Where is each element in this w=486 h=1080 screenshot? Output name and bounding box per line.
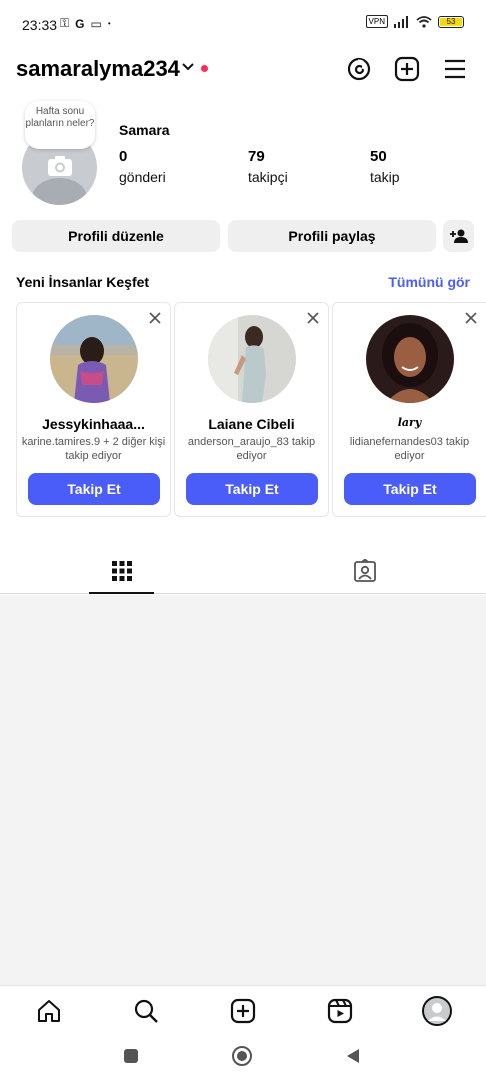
- discover-people-button[interactable]: [443, 220, 474, 252]
- threads-icon[interactable]: [346, 56, 372, 82]
- suggestion-name[interactable]: lary: [333, 416, 486, 429]
- google-icon: G: [75, 16, 85, 31]
- see-all-link[interactable]: Tümünü gör: [388, 274, 470, 290]
- follow-button[interactable]: Takip Et: [28, 473, 160, 505]
- key-icon: ⚿: [60, 16, 70, 30]
- status-right: VPN 53: [365, 15, 464, 28]
- grid-icon: [111, 561, 132, 581]
- wifi-icon: [416, 15, 432, 28]
- suggestion-mutuals: lidianefernandes03 takip ediyor: [349, 436, 470, 462]
- tab-grid[interactable]: [0, 548, 243, 594]
- circle-icon: [232, 1046, 252, 1066]
- status-left-icons: ⚿ G ▭ •: [60, 16, 111, 31]
- share-profile-button[interactable]: Profili paylaş: [228, 220, 436, 252]
- suggestion-card[interactable]: Laiane Cibeli anderson_araujo_83 takip e…: [174, 302, 329, 517]
- nav-search[interactable]: [131, 996, 161, 1026]
- status-bar: 23:33 ⚿ G ▭ • VPN 53: [0, 0, 486, 50]
- search-icon: [134, 999, 158, 1023]
- reels-icon: [327, 998, 353, 1024]
- create-icon: [230, 998, 256, 1024]
- menu-icon[interactable]: [442, 56, 468, 82]
- stat-followers[interactable]: 79 takipçi: [248, 148, 288, 185]
- stat-value: 50: [370, 148, 387, 165]
- stat-label: takip: [370, 169, 400, 185]
- nav-create[interactable]: [228, 996, 258, 1026]
- suggestion-photo[interactable]: [366, 315, 454, 403]
- screen-icon: ▭: [90, 16, 102, 31]
- bottom-nav: [0, 985, 486, 1035]
- recents-button[interactable]: [120, 1045, 142, 1067]
- suggestion-name[interactable]: Laiane Cibeli: [175, 416, 328, 432]
- add-person-icon: [449, 229, 468, 243]
- home-icon: [38, 1000, 60, 1022]
- nav-profile[interactable]: [422, 996, 452, 1026]
- edit-profile-button[interactable]: Profili düzenle: [12, 220, 220, 252]
- back-button[interactable]: [342, 1045, 364, 1067]
- profile-header: samaralyma234: [0, 52, 486, 88]
- photo-image: [366, 315, 454, 403]
- suggestion-photo[interactable]: [50, 315, 138, 403]
- stat-posts[interactable]: 0 gönderi: [119, 148, 166, 185]
- active-tab-indicator: [89, 592, 154, 594]
- stat-value: 79: [248, 148, 265, 165]
- notification-dot: [201, 65, 208, 72]
- photo-image: [208, 315, 296, 403]
- suggestion-photo[interactable]: [208, 315, 296, 403]
- stat-value: 0: [119, 148, 128, 165]
- suggestion-mutuals: karine.tamires.9 + 2 diğer kişi takip ed…: [21, 436, 166, 462]
- battery-icon: 53: [438, 15, 464, 28]
- stat-label: gönderi: [119, 169, 166, 185]
- close-icon[interactable]: [148, 311, 162, 325]
- camera-icon[interactable]: [47, 155, 73, 177]
- tab-tagged[interactable]: [243, 548, 486, 594]
- stat-label: takipçi: [248, 169, 288, 185]
- back-triangle-icon: [347, 1049, 359, 1063]
- close-icon[interactable]: [464, 311, 478, 325]
- posts-grid-area: [0, 595, 486, 985]
- dot-icon: •: [107, 19, 111, 28]
- profile-icon: [422, 996, 452, 1026]
- close-icon[interactable]: [306, 311, 320, 325]
- home-button[interactable]: [231, 1045, 253, 1067]
- discover-title: Yeni İnsanlar Keşfet: [16, 274, 150, 290]
- chevron-down-icon[interactable]: [182, 62, 194, 72]
- vpn-badge: VPN: [365, 15, 388, 28]
- photo-image: [50, 315, 138, 403]
- follow-button[interactable]: Takip Et: [344, 473, 476, 505]
- suggestion-mutuals: anderson_araujo_83 takip ediyor: [187, 436, 316, 462]
- signal-icon: [394, 15, 408, 28]
- suggestion-name[interactable]: Jessykinhaaa...: [17, 416, 170, 432]
- avatar-silhouette: [32, 178, 87, 205]
- username[interactable]: samaralyma234: [16, 56, 180, 82]
- status-time: 23:33: [22, 17, 58, 33]
- note-bubble[interactable]: Hafta sonu planların neler?: [25, 101, 95, 149]
- add-icon[interactable]: [394, 56, 420, 82]
- suggestion-card[interactable]: lary lidianefernandes03 takip ediyor Tak…: [332, 302, 486, 517]
- tagged-icon: [353, 559, 376, 582]
- square-icon: [124, 1049, 138, 1063]
- follow-button[interactable]: Takip Et: [186, 473, 318, 505]
- nav-reels[interactable]: [325, 996, 355, 1026]
- suggestion-card[interactable]: Jessykinhaaa... karine.tamires.9 + 2 diğ…: [16, 302, 171, 517]
- profile-tabs: [0, 548, 486, 594]
- system-nav-bar: [0, 1035, 486, 1080]
- display-name: Samara: [119, 122, 170, 138]
- stat-following[interactable]: 50 takip: [370, 148, 400, 185]
- nav-home[interactable]: [34, 996, 64, 1026]
